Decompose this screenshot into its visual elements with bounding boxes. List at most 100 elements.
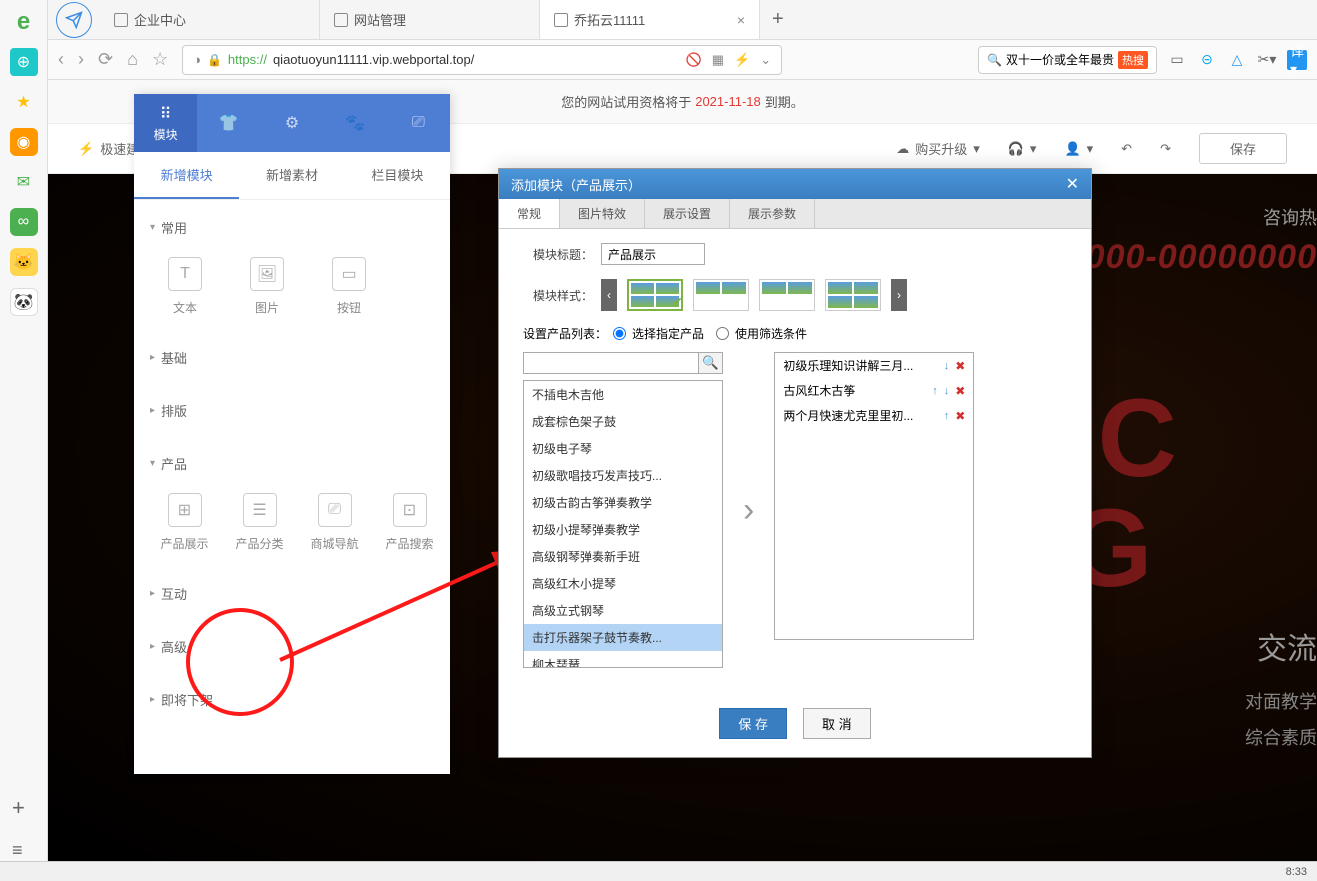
send-icon[interactable] [56, 2, 92, 38]
radio-specific[interactable] [613, 327, 626, 340]
section-advanced[interactable]: ▸高级 [150, 629, 434, 664]
module-nav-3[interactable]: ⚙ [260, 94, 323, 152]
module-item-product-category[interactable]: ☰产品分类 [235, 493, 284, 552]
style-next[interactable]: › [891, 279, 907, 311]
move-down-icon[interactable]: ↓ [944, 360, 950, 372]
sidebar-app-1[interactable]: ⊕ [10, 48, 38, 76]
dialog-save-button[interactable]: 保 存 [719, 708, 787, 739]
dialog-titlebar[interactable]: 添加模块（产品展示） ✕ [499, 169, 1091, 199]
dialog-tab-general[interactable]: 常规 [499, 199, 560, 228]
tab-site-manage[interactable]: 网站管理 [320, 0, 540, 39]
toolbar-user[interactable]: 👤▾ [1064, 141, 1093, 157]
module-tab-material[interactable]: 新增素材 [239, 152, 344, 199]
module-tab-new[interactable]: 新增模块 [134, 152, 239, 199]
dialog-tab-effect[interactable]: 图片特效 [560, 199, 645, 228]
qr-icon[interactable]: ▦ [712, 52, 724, 68]
list-item[interactable]: 高级红木小提琴 [524, 570, 722, 597]
dialog-cancel-button[interactable]: 取 消 [803, 708, 871, 739]
style-prev[interactable]: ‹ [601, 279, 617, 311]
scissors-icon[interactable]: ✂▾ [1257, 50, 1277, 70]
close-icon[interactable]: ✕ [1066, 174, 1079, 194]
back-button[interactable]: ‹ [58, 49, 64, 70]
book-icon[interactable]: ▭ [1167, 50, 1187, 70]
list-item[interactable]: 初级古韵古筝弹奏教学 [524, 489, 722, 516]
available-products-list[interactable]: 不插电木吉他成套棕色架子鼓初级电子琴初级歌唱技巧发声技巧...初级古韵古筝弹奏教… [523, 380, 723, 668]
section-pending[interactable]: ▸即将下架 [150, 682, 434, 717]
sidebar-app-6[interactable]: 🐼 [10, 288, 38, 316]
style-option-2[interactable] [693, 279, 749, 311]
sidebar-app-5[interactable]: 🐱 [10, 248, 38, 276]
module-nav-modules[interactable]: ⠿ 模块 [134, 94, 197, 152]
list-item[interactable]: 高级立式钢琴 [524, 597, 722, 624]
home-button[interactable]: ⌂ [127, 49, 138, 70]
product-search-input[interactable] [523, 352, 699, 374]
block-icon[interactable]: 🚫 [686, 52, 702, 68]
sidebar-app-weibo[interactable]: ◉ [10, 128, 38, 156]
section-product[interactable]: ▾产品 [150, 446, 434, 481]
bolt-icon[interactable]: ⚡ [734, 52, 750, 68]
tab-qiaotuoyun[interactable]: 乔拓云11111 × [540, 0, 760, 39]
move-up-icon[interactable]: ↑ [944, 410, 950, 422]
module-nav-2[interactable]: 👕 [197, 94, 260, 152]
toolbar-upgrade[interactable]: ☁购买升级▾ [896, 139, 980, 158]
style-option-1[interactable]: ✔ [627, 279, 683, 311]
list-item[interactable]: 高级钢琴弹奏新手班 [524, 543, 722, 570]
new-tab-button[interactable]: + [760, 8, 796, 31]
tab-enterprise[interactable]: 企业中心 [100, 0, 320, 39]
module-nav-4[interactable]: 🐾 [324, 94, 387, 152]
selected-item: 古风红木古筝↑↓✖ [775, 378, 973, 403]
module-item-mall-nav[interactable]: ⎚商城导航 [310, 493, 359, 552]
module-tabs: 新增模块 新增素材 栏目模块 [134, 152, 450, 200]
list-item[interactable]: 初级电子琴 [524, 435, 722, 462]
sidebar-app-cloud[interactable]: ∞ [10, 208, 38, 236]
list-item[interactable]: 柳木琵琶 [524, 651, 722, 668]
redo-button[interactable]: ↷ [1160, 141, 1171, 157]
delete-icon[interactable]: ✖ [955, 359, 965, 373]
module-item-button[interactable]: ▭按钮 [324, 257, 374, 316]
move-down-icon[interactable]: ↓ [944, 385, 950, 397]
translate-icon[interactable]: 译▾ [1287, 50, 1307, 70]
list-item[interactable]: 击打乐器架子鼓节奏教... [524, 624, 722, 651]
toolbar-support[interactable]: 🎧▾ [1008, 141, 1037, 157]
section-layout[interactable]: ▸排版 [150, 393, 434, 428]
undo-button[interactable]: ↶ [1121, 141, 1132, 157]
sidebar-add[interactable]: + [12, 795, 25, 821]
chevron-down-icon[interactable]: ⌄ [760, 52, 771, 68]
triangle-icon[interactable]: △ [1227, 50, 1247, 70]
close-icon[interactable]: × [737, 12, 745, 28]
module-item-product-search[interactable]: ⊡产品搜索 [385, 493, 434, 552]
favorite-button[interactable]: ☆ [152, 49, 168, 70]
delete-icon[interactable]: ✖ [955, 384, 965, 398]
dialog-tab-display[interactable]: 展示设置 [645, 199, 730, 228]
sidebar-app-star[interactable]: ★ [10, 88, 38, 116]
section-basic[interactable]: ▸基础 [150, 340, 434, 375]
module-tab-column[interactable]: 栏目模块 [345, 152, 450, 199]
sidebar-app-mail[interactable]: ✉ [10, 168, 38, 196]
module-item-image[interactable]: 🖼图片 [242, 257, 292, 316]
move-up-icon[interactable]: ↑ [932, 385, 938, 397]
list-item[interactable]: 初级小提琴弹奏教学 [524, 516, 722, 543]
move-right-button[interactable]: › [743, 352, 754, 668]
delete-icon[interactable]: ✖ [955, 409, 965, 423]
module-title-input[interactable] [601, 243, 705, 265]
style-option-3[interactable] [759, 279, 815, 311]
style-option-4[interactable] [825, 279, 881, 311]
module-item-product-display[interactable]: ⊞产品展示 [160, 493, 209, 552]
circle-icon[interactable]: ⊝ [1197, 50, 1217, 70]
browser-search[interactable]: 🔍 双十一价或全年最贵 热搜 [978, 46, 1157, 74]
sidebar-menu-icon[interactable]: ≡ [12, 840, 23, 861]
section-common[interactable]: ▾常用 [150, 210, 434, 245]
dialog-tab-params[interactable]: 展示参数 [730, 199, 815, 228]
module-item-text[interactable]: T文本 [160, 257, 210, 316]
page-save-button[interactable]: 保存 [1199, 133, 1287, 164]
product-search-button[interactable]: 🔍 [699, 352, 723, 374]
list-item[interactable]: 成套棕色架子鼓 [524, 408, 722, 435]
module-nav-5[interactable]: ⎚ [387, 94, 450, 152]
url-input[interactable]: ◑ 🔒 https://qiaotuoyun11111.vip.webporta… [182, 45, 782, 75]
radio-filter[interactable] [716, 327, 729, 340]
reload-button[interactable]: ⟳ [98, 49, 113, 70]
section-interact[interactable]: ▸互动 [150, 576, 434, 611]
forward-button[interactable]: › [78, 49, 84, 70]
list-item[interactable]: 不插电木吉他 [524, 381, 722, 408]
list-item[interactable]: 初级歌唱技巧发声技巧... [524, 462, 722, 489]
